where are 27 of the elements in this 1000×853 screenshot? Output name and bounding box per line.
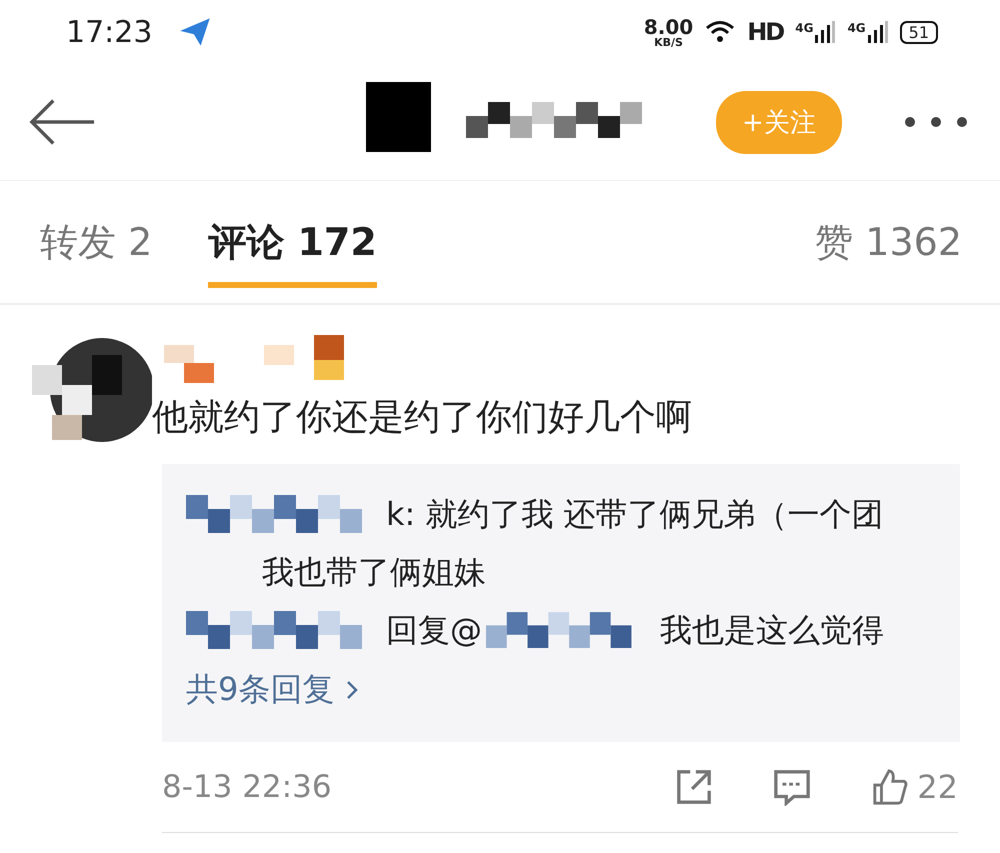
signal-icon xyxy=(868,21,888,43)
more-icon[interactable] xyxy=(904,116,968,128)
share-icon[interactable] xyxy=(675,768,714,806)
speed-value: 8.00 xyxy=(644,16,694,36)
comment-icon[interactable] xyxy=(773,768,812,806)
clock-time: 17:23 xyxy=(66,14,152,50)
comment-text: 他就约了你还是约了你们好几个啊 xyxy=(152,396,693,440)
reply-text: 回复@ xyxy=(386,610,482,651)
tab[interactable]: 评论 172 xyxy=(208,196,377,288)
network-label: 4G xyxy=(795,21,814,35)
tab[interactable]: 转发 2 xyxy=(40,196,152,288)
more-replies-link[interactable]: 共9条回复 xyxy=(186,668,358,712)
comment-time: 8-13 22:36 xyxy=(162,769,332,805)
network-label: 4G xyxy=(847,21,866,35)
hd-label: HD xyxy=(747,18,784,46)
reply-text: 我也是这么觉得 xyxy=(660,610,884,651)
thumbs-up-icon[interactable] xyxy=(871,768,910,806)
back-arrow-icon[interactable] xyxy=(28,97,96,147)
speed-unit: KB/S xyxy=(654,36,683,48)
chevron-icon xyxy=(346,680,358,700)
reply-text: k: 就约了我 还带了俩兄弟（一个团 xyxy=(386,494,884,535)
reply-text: 我也带了俩姐妹 xyxy=(262,552,486,593)
battery-level: 51 xyxy=(900,20,938,44)
wifi-icon xyxy=(705,20,736,44)
like-count: 22 xyxy=(917,768,958,806)
tab[interactable]: 赞 1362 xyxy=(815,196,962,288)
signal-icon xyxy=(815,21,836,43)
